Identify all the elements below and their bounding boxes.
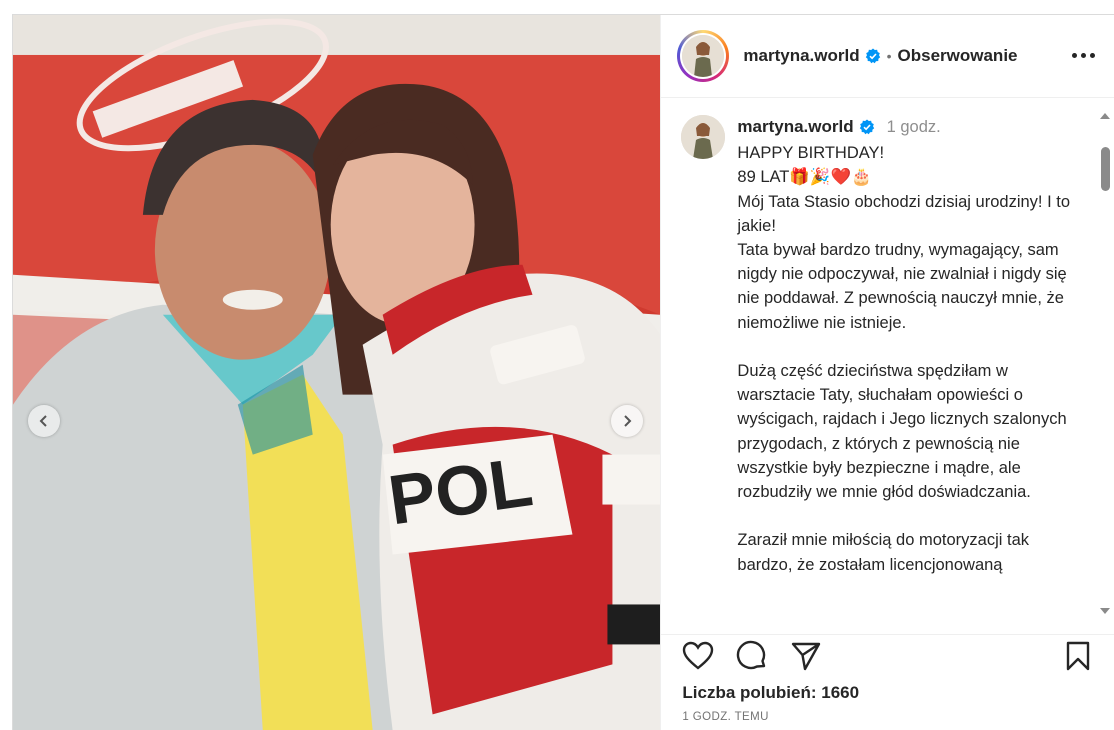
header-username[interactable]: martyna.world: [743, 46, 859, 66]
verified-badge-icon: [859, 119, 874, 135]
scroll-down-arrow-icon[interactable]: [1100, 608, 1111, 614]
action-bar: [681, 639, 1095, 673]
comment-icon: [737, 640, 766, 670]
share-button[interactable]: [789, 639, 823, 673]
post-media[interactable]: POL: [13, 15, 661, 730]
scrollbar-thumb[interactable]: [1101, 147, 1111, 191]
post-header: martyna.world • Obserwowanie: [661, 15, 1114, 98]
chevron-left-icon: [39, 415, 47, 427]
verified-badge-icon: [865, 48, 880, 64]
avatar[interactable]: [682, 35, 725, 77]
post-timestamp[interactable]: 1 GODZ. TEMU: [682, 711, 768, 723]
save-button[interactable]: [1061, 639, 1095, 673]
caption: martyna.world 1 godz. HAPPY BIRTHDAY! 89…: [661, 99, 1114, 577]
send-icon: [792, 642, 821, 671]
caption-username[interactable]: martyna.world: [737, 115, 853, 139]
instagram-post: POL martyna.world • Obserwowanie martyna…: [12, 14, 1114, 730]
scroll-up-arrow-icon[interactable]: [1100, 113, 1111, 119]
comment-button[interactable]: [735, 639, 769, 673]
post-photo: POL: [13, 15, 661, 730]
more-options-icon[interactable]: [1070, 45, 1096, 65]
post-sidebar: martyna.world • Obserwowanie martyna.wor…: [660, 15, 1114, 730]
caption-avatar[interactable]: [681, 115, 726, 159]
heart-icon: [683, 641, 714, 670]
caption-text: HAPPY BIRTHDAY! 89 LAT🎁🎉❤️🎂 Mój Tata Sta…: [737, 144, 1071, 574]
story-ring[interactable]: [677, 30, 730, 82]
following-button[interactable]: Obserwowanie: [898, 46, 1018, 66]
previous-image-button[interactable]: [28, 405, 60, 437]
comments-panel[interactable]: martyna.world 1 godz. HAPPY BIRTHDAY! 89…: [661, 99, 1114, 635]
scrollbar[interactable]: [1095, 99, 1114, 634]
likes-count[interactable]: Liczba polubień: 1660: [682, 683, 859, 703]
caption-time[interactable]: 1 godz.: [887, 115, 941, 139]
next-image-button[interactable]: [611, 405, 643, 437]
like-button[interactable]: [681, 639, 715, 673]
separator-dot: •: [886, 48, 892, 64]
bookmark-icon: [1067, 641, 1090, 671]
chevron-right-icon: [624, 415, 632, 427]
